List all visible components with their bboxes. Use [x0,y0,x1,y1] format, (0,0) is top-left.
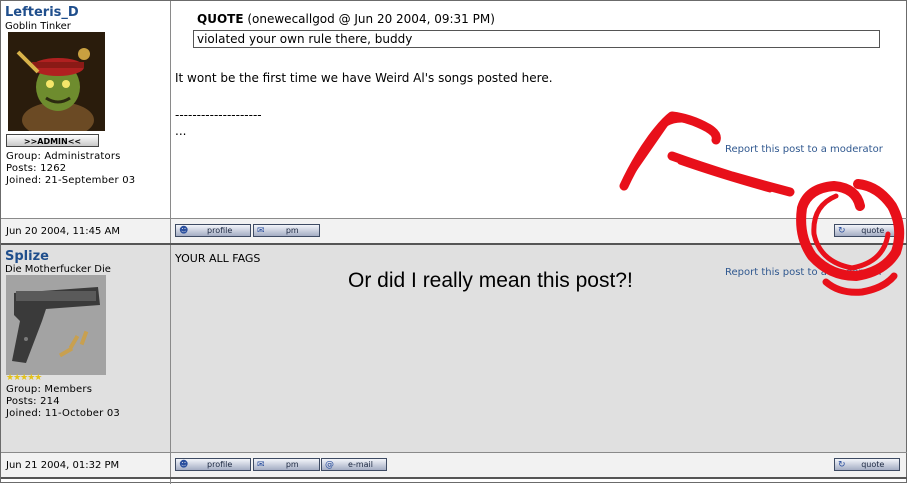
scribble-arrow-head [619,111,721,191]
red-scribble-annotation [619,111,905,296]
scribble-arrow-shaft-2 [677,159,773,193]
scribble-circle-inner [811,193,891,271]
scribble-arrow-shaft [667,151,795,197]
